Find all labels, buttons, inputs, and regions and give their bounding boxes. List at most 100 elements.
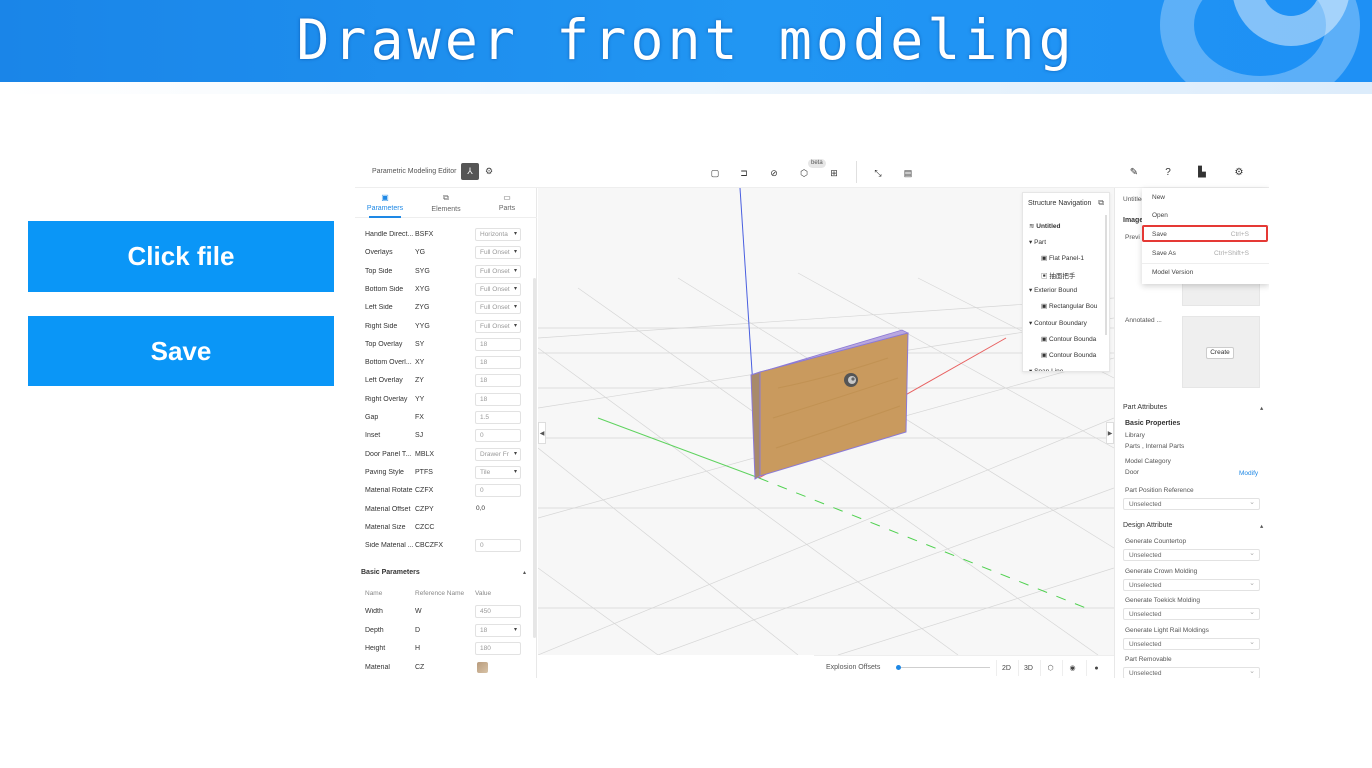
param-name: Side Material ... <box>365 542 413 550</box>
design-field-label: Generate Light Rail Moldings <box>1125 626 1209 634</box>
expand-icon[interactable]: ⧉ <box>1098 198 1104 208</box>
tab-parameters[interactable]: ▣ Parameters <box>360 193 410 212</box>
param-name: Depth <box>365 626 384 634</box>
cube-view-icon[interactable]: ⬡ <box>1040 660 1060 676</box>
design-field-label: Generate Crown Molding <box>1125 567 1198 575</box>
box-plus-icon[interactable]: ⬡ <box>797 166 811 180</box>
banner-strip <box>0 82 1372 94</box>
collapse-left-icon[interactable]: ◀ <box>538 422 546 444</box>
tree-item[interactable]: ▾ Contour Boundary <box>1029 319 1087 327</box>
part-icon: ▣ <box>1041 352 1049 359</box>
tree-item[interactable]: ▣ Contour Bounda <box>1041 335 1096 343</box>
param-input[interactable]: 18 <box>475 392 521 406</box>
param-input[interactable]: 0 <box>475 484 521 498</box>
param-input[interactable]: 18 <box>475 374 521 388</box>
param-select[interactable]: Full Onset <box>475 246 521 260</box>
param-select[interactable]: Horizonta <box>475 228 521 241</box>
menu-item-label: Save As <box>1152 250 1176 257</box>
model-mode-icon[interactable]: ⚙ <box>480 163 498 180</box>
info-icon[interactable]: ● <box>1086 660 1106 676</box>
menu-item-new[interactable]: New <box>1142 189 1269 206</box>
preview-label: Previ <box>1125 234 1140 241</box>
library-label: Library <box>1125 432 1145 439</box>
bracket-icon[interactable]: ⊐ <box>737 166 751 180</box>
transform-icon[interactable]: ⤡ <box>871 166 885 180</box>
explosion-offsets-label: Explosion Offsets <box>826 664 881 671</box>
modify-link[interactable]: Modify <box>1239 470 1258 477</box>
tree-item[interactable]: ▾ Exterior Bound <box>1029 286 1077 294</box>
tree-root[interactable]: ≋ Untitled <box>1029 222 1060 230</box>
tree-item[interactable]: ▣ Rectangular Bou <box>1041 302 1097 310</box>
param-name: Width <box>365 608 383 615</box>
design-field-select[interactable]: Unselected <box>1123 637 1260 650</box>
collapse-right-icon[interactable]: ▶ <box>1106 422 1114 444</box>
param-select[interactable]: Full Onset <box>475 301 521 315</box>
param-input[interactable]: 1.5 <box>475 411 521 424</box>
param-select[interactable]: Full Onset <box>475 282 521 296</box>
grid-icon[interactable]: ⊞ <box>827 166 841 180</box>
design-field-select[interactable]: Unselected <box>1123 608 1260 620</box>
menu-item-save-as[interactable]: Save As Ctrl+Shift+S <box>1142 245 1269 262</box>
drawer-knob[interactable] <box>844 373 858 387</box>
create-button[interactable]: Create <box>1206 347 1234 359</box>
sketch-mode-icon[interactable]: ⅄ <box>461 163 479 180</box>
annotated-label: Annotated ... <box>1125 317 1162 324</box>
view-3d-button[interactable]: 3D <box>1018 660 1038 676</box>
param-input[interactable]: 18 <box>475 356 521 370</box>
eye-icon[interactable]: ◉ <box>1062 660 1082 676</box>
tree-item[interactable]: ▾ Span Line <box>1029 367 1063 371</box>
link-icon[interactable]: ⊘ <box>767 166 781 180</box>
basic-parameters-title: Basic Parameters <box>361 569 420 576</box>
param-select[interactable]: Full Onset <box>475 319 521 333</box>
param-reference: SJ <box>415 432 424 440</box>
design-attribute-caret-icon[interactable]: ▴ <box>1260 522 1263 530</box>
drawer-front-panel[interactable] <box>750 329 910 480</box>
param-select[interactable]: 18 <box>475 623 521 637</box>
left-panel-scrollbar[interactable] <box>533 278 536 638</box>
param-name: Handle Direct... <box>365 231 413 238</box>
param-input[interactable]: 0 <box>475 539 521 553</box>
param-select[interactable]: Drawer Fr <box>475 447 521 461</box>
file-icon[interactable]: ▙ <box>1195 165 1209 179</box>
slide-title: Drawer front modeling <box>296 8 1076 72</box>
param-input[interactable]: 0 <box>475 429 521 443</box>
view-2d-button[interactable]: 2D <box>996 660 1016 676</box>
param-reference: SYG <box>415 267 430 275</box>
param-row: Door Panel T... MBLX Drawer Fr <box>355 447 531 463</box>
basic-parameters-caret-icon[interactable]: ▴ <box>523 569 526 576</box>
part-attributes-caret-icon[interactable]: ▴ <box>1260 404 1263 412</box>
document-view-icon[interactable]: ▤ <box>901 166 915 180</box>
param-reference: CZCC <box>415 523 435 531</box>
tree-item[interactable]: ▣ Contour Bounda <box>1041 351 1096 359</box>
tab-parts[interactable]: ▭ Parts <box>482 193 532 212</box>
tab-elements[interactable]: ⧉ Elements <box>421 193 471 213</box>
tree-item[interactable]: ▣ Flat Panel-1 <box>1041 254 1084 262</box>
param-input[interactable]: 180 <box>475 642 521 655</box>
pencil-icon[interactable]: ✎ <box>1127 165 1141 179</box>
settings-icon[interactable]: ⚙ <box>1232 165 1246 179</box>
structure-nav-scrollbar[interactable] <box>1105 215 1107 335</box>
param-select[interactable]: Tile <box>475 465 521 479</box>
col-value: Value <box>475 590 492 597</box>
explosion-slider-track[interactable] <box>898 667 990 668</box>
param-select[interactable]: Full Onset <box>475 264 521 278</box>
help-icon[interactable]: ? <box>1161 165 1175 179</box>
design-field-select[interactable]: Unselected <box>1123 578 1260 591</box>
param-input <box>475 521 521 534</box>
param-input[interactable]: 18 <box>475 337 521 351</box>
tree-item[interactable]: ▣ 抽面把手 <box>1041 270 1075 280</box>
design-field-label: Generate Countertop <box>1125 538 1187 545</box>
tree-item[interactable]: ▾ Part <box>1029 238 1046 246</box>
param-input[interactable]: 450 <box>475 605 521 618</box>
explosion-slider-knob[interactable] <box>896 665 901 670</box>
menu-item-open[interactable]: Open <box>1142 207 1269 224</box>
design-field-select[interactable]: Unselected <box>1123 549 1260 561</box>
file-dropdown-menu: New Open Save Ctrl+S Save As Ctrl+Shift+… <box>1142 188 1269 284</box>
cube-icon[interactable]: ▢ <box>708 166 722 180</box>
tab-parts-label: Parts <box>498 205 516 212</box>
menu-item-model-version[interactable]: Model Version <box>1142 264 1269 281</box>
design-field-select[interactable]: Unselected <box>1123 667 1260 678</box>
material-swatch[interactable] <box>477 661 488 673</box>
part-position-select[interactable]: Unselected <box>1123 498 1260 510</box>
param-name: Bottom Overl... <box>365 359 412 367</box>
